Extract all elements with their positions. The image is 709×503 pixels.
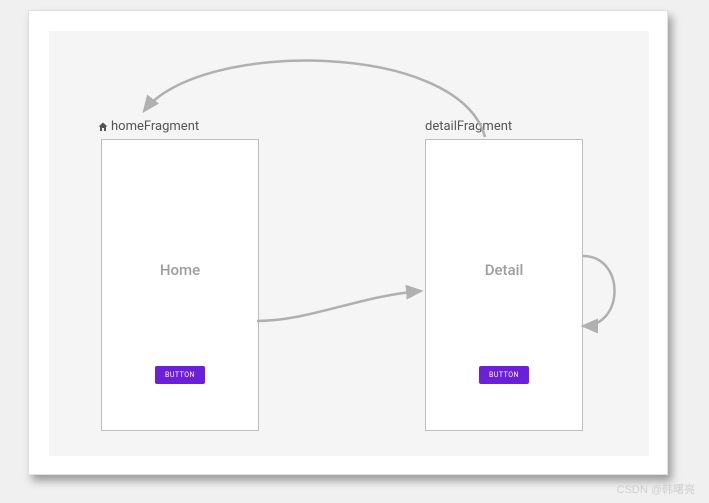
- home-fragment-label: homeFragment: [97, 119, 199, 134]
- editor-canvas: homeFragment detailFragment Home BUTTON …: [28, 10, 668, 475]
- home-icon: [97, 121, 109, 133]
- arrow-detail-self-loop: [583, 256, 615, 326]
- detail-fragment-button[interactable]: BUTTON: [479, 366, 529, 384]
- home-fragment-label-text: homeFragment: [111, 119, 199, 134]
- home-fragment-button[interactable]: BUTTON: [155, 366, 205, 384]
- detail-fragment-label: detailFragment: [425, 119, 512, 134]
- home-fragment-title: Home: [160, 261, 200, 279]
- detail-fragment-label-text: detailFragment: [425, 119, 512, 134]
- home-fragment[interactable]: Home BUTTON: [101, 139, 259, 431]
- detail-fragment-title: Detail: [485, 261, 524, 279]
- watermark: CSDN @韩曙亮: [617, 481, 695, 497]
- nav-graph-canvas[interactable]: homeFragment detailFragment Home BUTTON …: [49, 31, 649, 456]
- arrow-home-to-detail: [257, 291, 421, 321]
- detail-fragment[interactable]: Detail BUTTON: [425, 139, 583, 431]
